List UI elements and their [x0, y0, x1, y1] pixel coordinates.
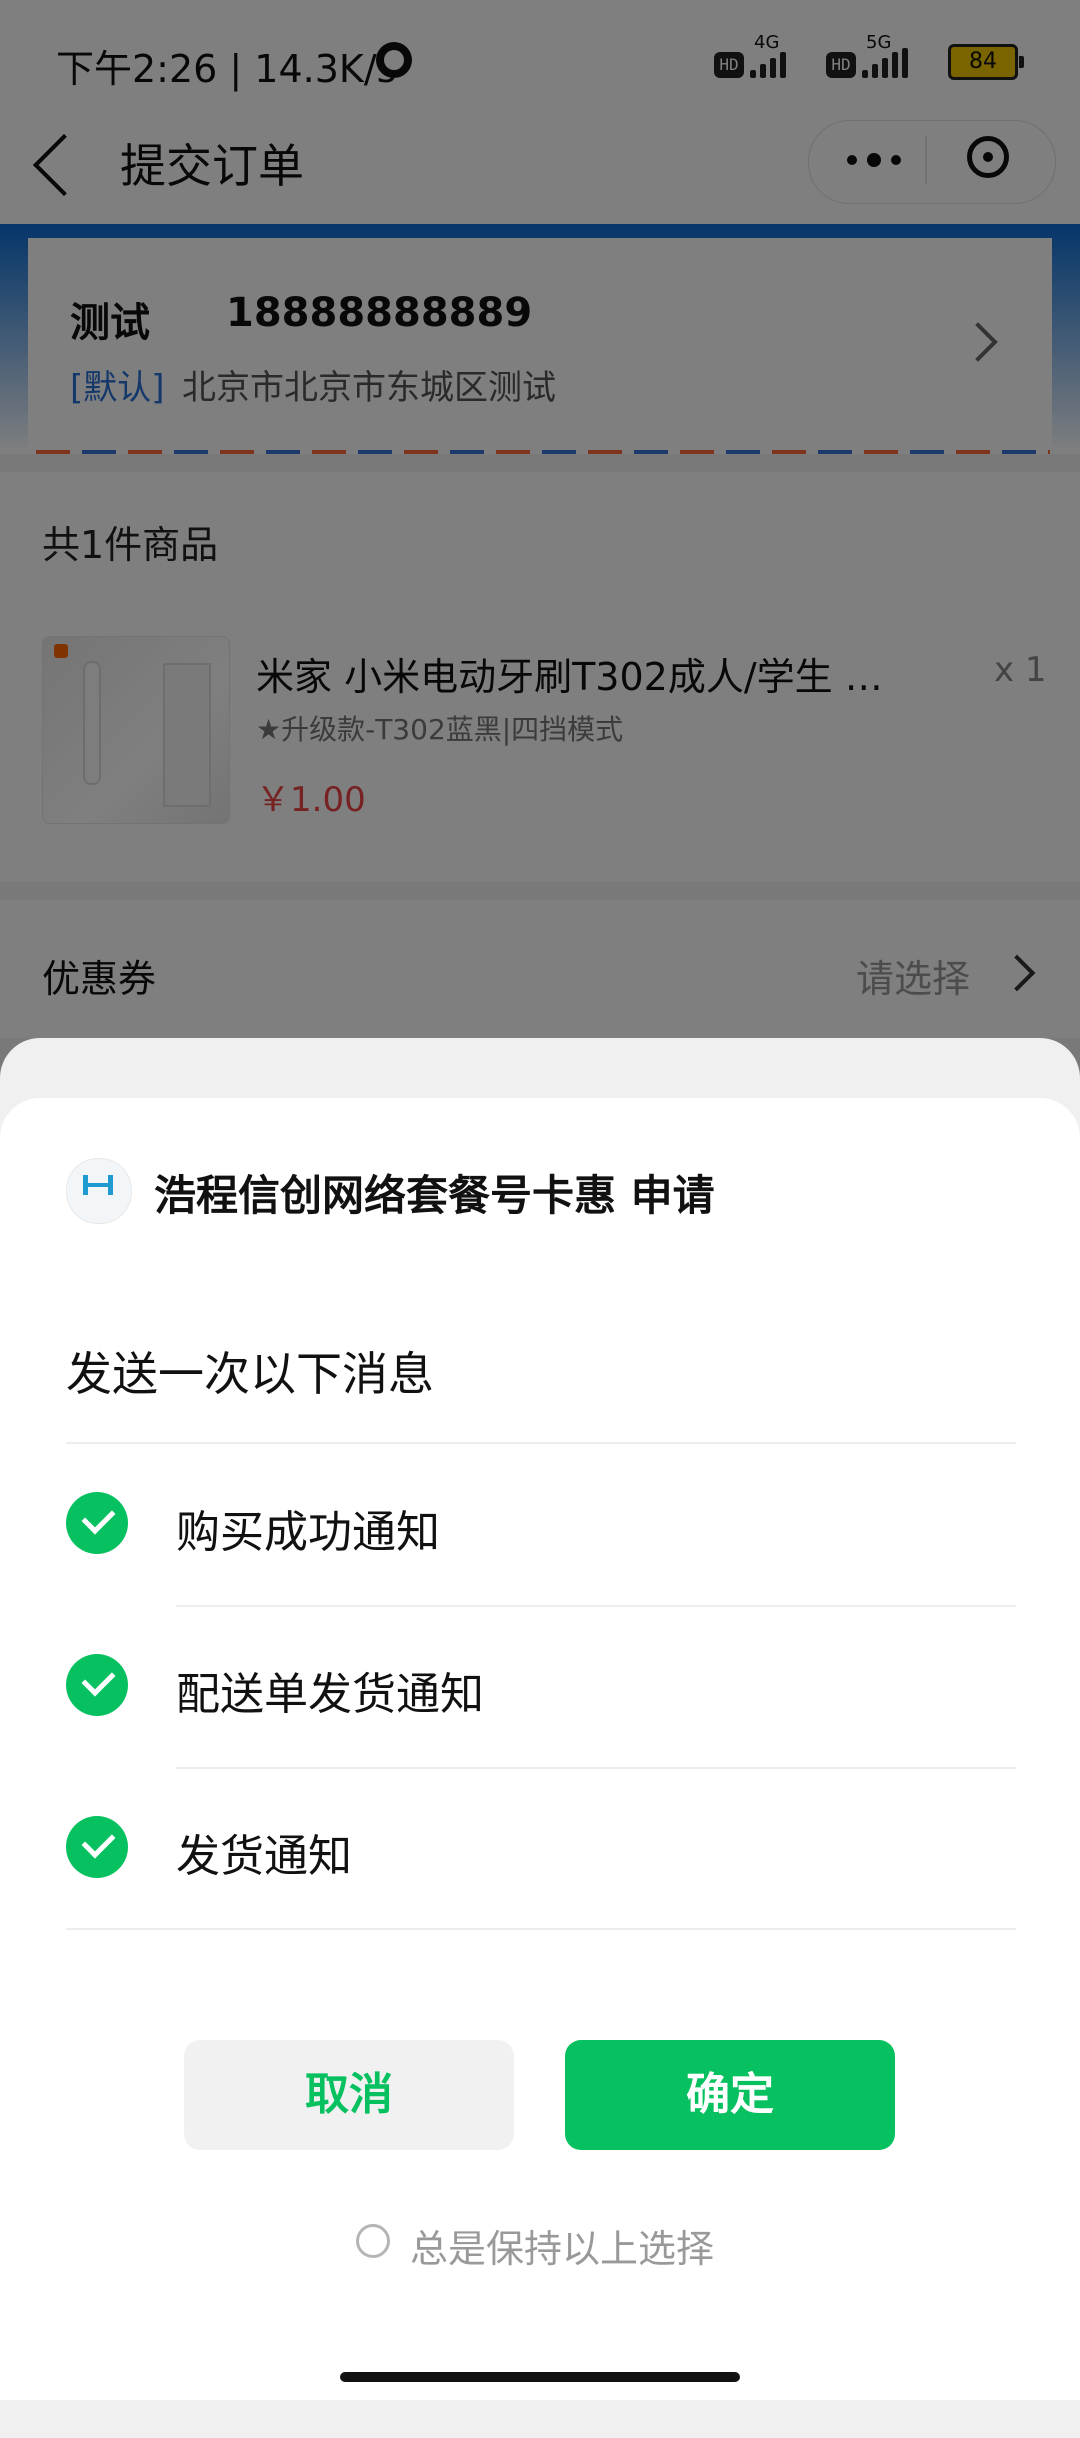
home-indicator[interactable]: [340, 2372, 740, 2382]
divider: [176, 1605, 1016, 1607]
message-item-label[interactable]: 配送单发货通知: [176, 1658, 484, 1722]
divider: [66, 1442, 1016, 1444]
send-messages-title: 发送一次以下消息: [66, 1347, 434, 1401]
checkmark-icon[interactable]: [66, 1492, 128, 1554]
app-request-title: 浩程信创网络套餐号卡惠 申请: [154, 1171, 715, 1220]
divider: [176, 1767, 1016, 1769]
cancel-button[interactable]: 取消: [184, 2040, 514, 2150]
subscribe-message-sheet: [0, 1098, 1080, 2400]
divider: [66, 1928, 1016, 1930]
confirm-button[interactable]: 确定: [565, 2040, 895, 2150]
keep-choice-radio[interactable]: [356, 2224, 390, 2258]
checkmark-icon[interactable]: [66, 1816, 128, 1878]
checkmark-icon[interactable]: [66, 1654, 128, 1716]
message-item-label[interactable]: 发货通知: [176, 1820, 352, 1884]
app-logo-icon: [66, 1158, 132, 1224]
message-item-label[interactable]: 购买成功通知: [176, 1496, 440, 1560]
keep-choice-label[interactable]: 总是保持以上选择: [410, 2218, 714, 2273]
